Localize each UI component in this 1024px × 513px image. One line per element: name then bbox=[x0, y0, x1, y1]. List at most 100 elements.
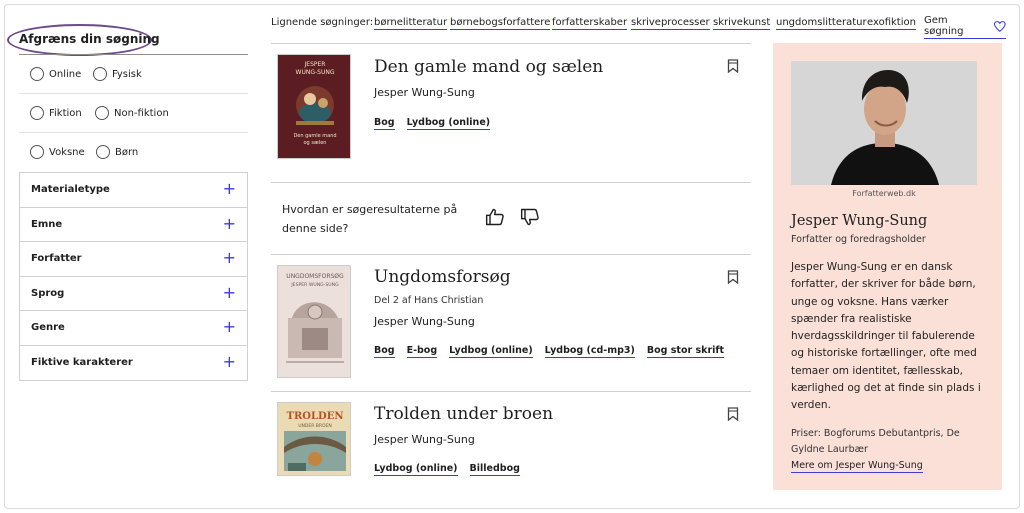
filter-label: Forfatter bbox=[31, 253, 82, 264]
format-link[interactable]: Bog bbox=[374, 117, 395, 130]
author-role: Forfatter og foredragsholder bbox=[791, 234, 926, 245]
plus-icon: + bbox=[222, 351, 236, 371]
related-link[interactable]: børnebogsforfattere bbox=[450, 17, 551, 30]
filter-fiktive-karakterer[interactable]: Fiktive karakterer + bbox=[20, 346, 247, 381]
format-list: Bog E-bog Lydbog (online) Lydbog (cd-mp3… bbox=[374, 345, 725, 358]
radio-fysisk[interactable]: Fysisk bbox=[93, 67, 142, 81]
svg-text:Den gamle mand: Den gamle mand bbox=[293, 133, 336, 139]
filter-sprog[interactable]: Sprog + bbox=[20, 277, 247, 311]
author-bio: Jesper Wung-Sung er en dansk forfatter, … bbox=[791, 261, 981, 412]
author-panel: Forfatterweb.dk Jesper Wung-Sung Forfatt… bbox=[773, 43, 1002, 490]
bookmark-icon[interactable] bbox=[727, 59, 739, 73]
filter-label: Fiktive karakterer bbox=[31, 356, 133, 368]
plus-icon: + bbox=[222, 282, 236, 302]
result-series[interactable]: Del 2 af Hans Christian bbox=[374, 295, 483, 306]
format-link[interactable]: Lydbog (online) bbox=[406, 117, 491, 130]
book-cover[interactable]: JESPER WUNG-SUNG Den gamle mand og sælen bbox=[277, 54, 351, 159]
filter-label: Sprog bbox=[31, 287, 65, 299]
svg-text:JESPER WUNG-SUNG: JESPER WUNG-SUNG bbox=[290, 282, 339, 288]
author-more-link[interactable]: Mere om Jesper Wung-Sung bbox=[791, 460, 923, 473]
cover-art: JESPER WUNG-SUNG Den gamle mand og sælen bbox=[278, 55, 350, 158]
svg-text:WUNG-SUNG: WUNG-SUNG bbox=[296, 69, 335, 76]
result-author[interactable]: Jesper Wung-Sung bbox=[374, 315, 475, 328]
format-list: Lydbog (online) Billedbog bbox=[374, 463, 520, 476]
related-link[interactable]: forfatterskaber bbox=[552, 17, 628, 30]
format-link[interactable]: Lydbog (online) bbox=[449, 345, 533, 358]
feedback-box: Hvordan er søgeresultaterne på denne sid… bbox=[271, 183, 751, 255]
related-link[interactable]: skriveprocesser bbox=[631, 17, 710, 30]
result-author[interactable]: Jesper Wung-Sung bbox=[374, 433, 475, 446]
plus-icon: + bbox=[222, 179, 236, 198]
photo-credit: Forfatterweb.dk bbox=[852, 189, 916, 198]
thumbs-up-icon[interactable] bbox=[485, 207, 505, 227]
author-name: Jesper Wung-Sung bbox=[791, 213, 928, 229]
plus-icon: + bbox=[222, 317, 236, 336]
radio-circle-icon bbox=[93, 67, 107, 81]
filter-emne[interactable]: Emne + bbox=[20, 208, 247, 242]
format-link[interactable]: E-bog bbox=[406, 345, 438, 358]
result-title[interactable]: Trolden under broen bbox=[374, 404, 553, 424]
filter-genre[interactable]: Genre + bbox=[20, 311, 247, 346]
radio-circle-icon bbox=[95, 106, 109, 120]
sidebar-title: Afgræns din søgning bbox=[19, 32, 160, 46]
plus-icon: + bbox=[222, 213, 236, 233]
filter-accordion: Materialetype + Emne + Forfatter + Sprog + G… bbox=[19, 172, 248, 381]
radio-circle-icon bbox=[30, 106, 44, 120]
related-searches: Lignende søgninger: børnelitteratur børn… bbox=[271, 15, 1006, 39]
svg-text:og sælen: og sælen bbox=[304, 140, 327, 146]
radio-voksne[interactable]: Voksne bbox=[30, 145, 85, 159]
radio-group-access: Online Fysisk bbox=[19, 55, 248, 94]
radio-group-audience: Voksne Børn bbox=[19, 133, 248, 172]
cover-art: TROLDEN UNDER BROEN bbox=[278, 403, 350, 475]
filter-label: Emne bbox=[31, 218, 63, 230]
save-search-label: Gem søgning bbox=[924, 15, 964, 37]
radio-online[interactable]: Online bbox=[30, 67, 81, 81]
radio-label: Non-fiktion bbox=[114, 107, 169, 119]
radio-circle-icon bbox=[30, 67, 44, 81]
thumbs-down-icon[interactable] bbox=[520, 207, 540, 227]
radio-boern[interactable]: Børn bbox=[96, 145, 138, 159]
format-link[interactable]: Bog bbox=[374, 345, 395, 358]
result-title[interactable]: Den gamle mand og sælen bbox=[374, 57, 603, 77]
svg-text:UNDER BROEN: UNDER BROEN bbox=[298, 423, 332, 429]
author-awards: Priser: Bogforums Debutantpris, De Gyldn… bbox=[791, 428, 960, 455]
format-link[interactable]: Lydbog (online) bbox=[374, 463, 458, 476]
bookmark-icon[interactable] bbox=[727, 407, 739, 421]
related-link[interactable]: børnelitteratur bbox=[374, 17, 448, 30]
result-item[interactable]: TROLDEN UNDER BROEN Trolden under broen … bbox=[271, 392, 751, 492]
related-link[interactable]: exofiktion bbox=[867, 17, 916, 30]
filter-materialetype[interactable]: Materialetype + bbox=[20, 173, 247, 208]
result-item[interactable]: JESPER WUNG-SUNG Den gamle mand og sælen… bbox=[271, 43, 751, 182]
author-photo-art bbox=[791, 61, 977, 185]
radio-group-genre: Fiktion Non-fiktion bbox=[19, 94, 248, 133]
svg-text:UNGDOMSFORSØG: UNGDOMSFORSØG bbox=[286, 273, 344, 280]
book-cover[interactable]: TROLDEN UNDER BROEN bbox=[277, 402, 351, 476]
format-link[interactable]: Bog stor skrift bbox=[646, 345, 725, 358]
result-title[interactable]: Ungdomsforsøg bbox=[374, 267, 511, 287]
book-cover[interactable]: UNGDOMSFORSØG JESPER WUNG-SUNG bbox=[277, 265, 351, 378]
svg-text:JESPER: JESPER bbox=[304, 61, 326, 68]
author-photo bbox=[791, 61, 977, 185]
radio-non-fiktion[interactable]: Non-fiktion bbox=[95, 106, 169, 120]
radio-fiktion[interactable]: Fiktion bbox=[30, 106, 82, 120]
related-link[interactable]: ungdomslitteratur bbox=[776, 17, 867, 30]
radio-label: Online bbox=[49, 68, 82, 80]
related-label: Lignende søgninger: bbox=[271, 17, 374, 28]
format-link[interactable]: Billedbog bbox=[469, 463, 520, 476]
filter-label: Materialetype bbox=[31, 184, 110, 195]
format-link[interactable]: Lydbog (cd-mp3) bbox=[544, 345, 635, 358]
related-link[interactable]: skrivekunst bbox=[713, 17, 771, 30]
result-author[interactable]: Jesper Wung-Sung bbox=[374, 86, 475, 99]
bookmark-icon[interactable] bbox=[727, 270, 739, 284]
svg-text:TROLDEN: TROLDEN bbox=[287, 411, 344, 422]
radio-label: Fysisk bbox=[112, 68, 142, 80]
radio-label: Fiktion bbox=[49, 107, 82, 119]
cover-art: UNGDOMSFORSØG JESPER WUNG-SUNG bbox=[278, 266, 350, 377]
plus-icon: + bbox=[222, 248, 236, 267]
filter-forfatter[interactable]: Forfatter + bbox=[20, 242, 247, 277]
result-item[interactable]: UNGDOMSFORSØG JESPER WUNG-SUNG Ungdomsfo… bbox=[271, 255, 751, 391]
radio-label: Voksne bbox=[49, 146, 85, 158]
save-search-button[interactable]: Gem søgning bbox=[924, 15, 1006, 39]
feedback-question: Hvordan er søgeresultaterne på denne sid… bbox=[282, 203, 458, 235]
radio-circle-icon bbox=[96, 145, 110, 159]
